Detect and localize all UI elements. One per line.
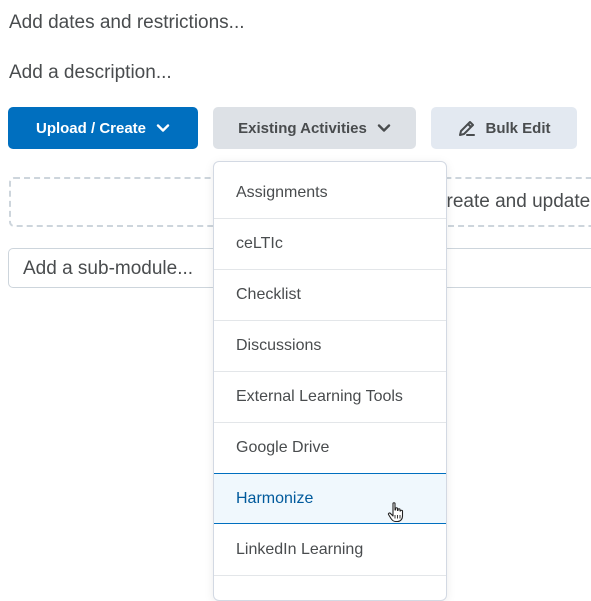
chevron-down-icon — [156, 124, 170, 132]
chevron-down-icon — [377, 124, 391, 132]
menu-item-discussions[interactable]: Discussions — [214, 321, 446, 372]
menu-item-celtic[interactable]: ceLTIc — [214, 219, 446, 270]
menu-item-assignments[interactable]: Assignments — [214, 168, 446, 219]
existing-activities-menu: Assignments ceLTIc Checklist Discussions… — [213, 161, 447, 601]
upload-create-label: Upload / Create — [35, 119, 147, 137]
menu-item-harmonize[interactable]: Harmonize — [214, 473, 446, 524]
menu-item-checklist[interactable]: Checklist — [214, 270, 446, 321]
upload-create-button[interactable]: Upload / Create — [8, 107, 198, 149]
add-dates-restrictions-link[interactable]: Add dates and restrictions... — [9, 12, 245, 34]
add-description-link[interactable]: Add a description... — [9, 62, 172, 84]
bulk-edit-label: Bulk Edit — [485, 119, 551, 137]
dropzone-text: create and update — [437, 191, 591, 212]
bulk-edit-button[interactable]: Bulk Edit — [431, 107, 577, 149]
existing-activities-button[interactable]: Existing Activities — [213, 107, 416, 149]
add-submodule-placeholder: Add a sub-module... — [23, 258, 194, 279]
menu-item-external-learning-tools[interactable]: External Learning Tools — [214, 372, 446, 423]
pencil-icon — [459, 121, 476, 136]
menu-item-google-drive[interactable]: Google Drive — [214, 423, 446, 474]
hand-cursor-icon — [387, 502, 404, 523]
existing-activities-label: Existing Activities — [238, 119, 367, 137]
menu-item-linkedin-learning[interactable]: LinkedIn Learning — [214, 525, 446, 576]
